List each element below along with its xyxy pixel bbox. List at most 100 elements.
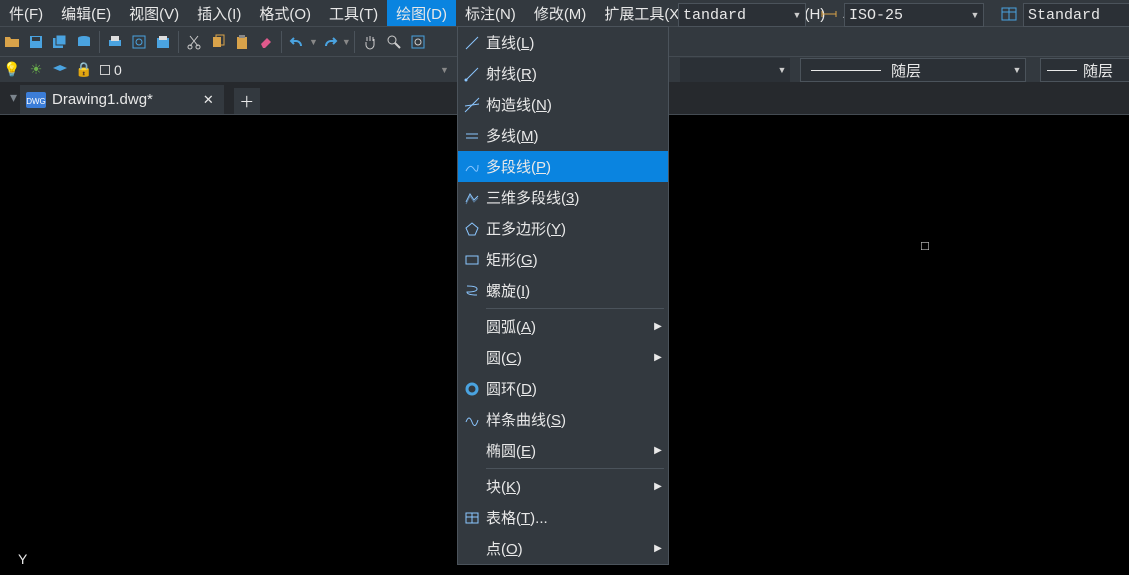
cut-icon[interactable]: [184, 31, 204, 53]
menu-item-pline[interactable]: 多段线(P): [458, 151, 668, 182]
menu-item-label: 多线(M): [486, 125, 668, 146]
table-icon: [458, 502, 486, 533]
tablestyle-combo[interactable]: Standard: [1023, 3, 1129, 27]
paste-icon[interactable]: [232, 31, 252, 53]
copy-icon[interactable]: [208, 31, 228, 53]
menu-item[interactable]: 插入(I): [188, 0, 250, 26]
dwg-file-icon: DWG: [26, 92, 46, 108]
preview-icon[interactable]: [129, 31, 149, 53]
svg-text:DWG: DWG: [26, 97, 46, 106]
publish-icon[interactable]: [153, 31, 173, 53]
menu-item-mline[interactable]: 多线(M): [458, 120, 668, 151]
menu-item-[interactable]: 点(O)▶: [458, 533, 668, 564]
menu-item-spline[interactable]: 样条曲线(S): [458, 404, 668, 435]
tablestyle-icon[interactable]: [1001, 6, 1017, 25]
prop-combo-1[interactable]: ▼: [680, 58, 790, 82]
ray-icon: [458, 58, 486, 89]
menu-item-label: 圆(C): [486, 347, 648, 368]
blank-icon: [458, 342, 486, 373]
submenu-arrow-icon: ▶: [648, 445, 668, 456]
menu-item-line[interactable]: 直线(L): [458, 27, 668, 58]
menu-item-label: 圆弧(A): [486, 316, 648, 337]
redo-icon[interactable]: [320, 31, 340, 53]
dimstyle-value: ISO-25: [845, 7, 967, 24]
save-all-icon[interactable]: [50, 31, 70, 53]
linetype-value: 随层: [891, 60, 921, 81]
menu-item-label: 多段线(P): [486, 156, 668, 177]
menu-item-[interactable]: 圆(C)▶: [458, 342, 668, 373]
rect-icon: [458, 244, 486, 275]
donut-icon: [458, 373, 486, 404]
menu-item[interactable]: 编辑(E): [52, 0, 120, 26]
blank-icon: [458, 533, 486, 564]
menu-item[interactable]: 绘图(D): [387, 0, 456, 26]
textstyle-combo[interactable]: tandard ▼: [678, 3, 806, 27]
close-icon[interactable]: ✕: [203, 92, 214, 108]
layer-color-icon[interactable]: [100, 65, 110, 75]
menu-item[interactable]: 格式(O): [250, 0, 320, 26]
lightbulb-icon[interactable]: 💡: [2, 59, 22, 81]
pan-icon[interactable]: [360, 31, 380, 53]
spline-icon: [458, 404, 486, 435]
menu-item[interactable]: 视图(V): [120, 0, 188, 26]
menu-item-label: 正多边形(Y): [486, 218, 668, 239]
menu-item-label: 矩形(G): [486, 249, 668, 270]
layer-dropdown-icon[interactable]: ▼: [440, 65, 449, 75]
dimstyle-icon[interactable]: [820, 6, 838, 25]
pline-icon: [458, 151, 486, 182]
menu-item-rect[interactable]: 矩形(G): [458, 244, 668, 275]
menu-item-[interactable]: 圆弧(A)▶: [458, 311, 668, 342]
new-tab-button[interactable]: ＋: [234, 88, 260, 114]
submenu-arrow-icon: ▶: [648, 481, 668, 492]
submenu-arrow-icon: ▶: [648, 543, 668, 554]
layer-name: 0: [114, 62, 122, 78]
menu-item-label: 圆环(D): [486, 378, 668, 399]
menu-item-donut[interactable]: 圆环(D): [458, 373, 668, 404]
menu-item-3dpoly[interactable]: 三维多段线(3): [458, 182, 668, 213]
print-icon[interactable]: [105, 31, 125, 53]
save-icon[interactable]: [26, 31, 46, 53]
menu-item-ray[interactable]: 射线(R): [458, 58, 668, 89]
blank-icon: [458, 471, 486, 502]
file-tab[interactable]: DWG Drawing1.dwg* ✕: [20, 85, 224, 114]
lineweight-combo[interactable]: 随层: [1040, 58, 1129, 82]
db-icon[interactable]: [74, 31, 94, 53]
redo-dropdown-icon[interactable]: ▼: [342, 37, 351, 47]
polygon-icon: [458, 213, 486, 244]
menu-item-label: 样条曲线(S): [486, 409, 668, 430]
menu-item-label: 三维多段线(3): [486, 187, 668, 208]
layer-icon[interactable]: [50, 59, 70, 81]
menu-item-[interactable]: 块(K)▶: [458, 471, 668, 502]
file-tab-label: Drawing1.dwg*: [52, 91, 153, 108]
lineweight-value: 随层: [1083, 60, 1113, 81]
menu-item-xline[interactable]: 构造线(N): [458, 89, 668, 120]
menu-item[interactable]: 修改(M): [525, 0, 596, 26]
menu-item-[interactable]: 椭圆(E)▶: [458, 435, 668, 466]
line-icon: [458, 27, 486, 58]
draw-menu-dropdown: 直线(L)射线(R)构造线(N) 多线(M) 多段线(P) 三维多段线(3) 正多边形(…: [457, 26, 669, 565]
lock-icon[interactable]: 🔒: [74, 59, 94, 81]
submenu-arrow-icon: ▶: [648, 352, 668, 363]
menu-item-label: 块(K): [486, 476, 648, 497]
dimstyle-combo[interactable]: ISO-25 ▼: [844, 3, 984, 27]
zoom-window-icon[interactable]: [408, 31, 428, 53]
submenu-arrow-icon: ▶: [648, 321, 668, 332]
menu-item[interactable]: 件(F): [0, 0, 52, 26]
undo-icon[interactable]: [287, 31, 307, 53]
undo-dropdown-icon[interactable]: ▼: [309, 37, 318, 47]
blank-icon: [458, 435, 486, 466]
zoom-icon[interactable]: [384, 31, 404, 53]
dropdown-arrow-icon: ▼: [789, 10, 805, 20]
tab-handle-icon[interactable]: ▾: [10, 81, 20, 114]
menu-item-helix[interactable]: 螺旋(I): [458, 275, 668, 306]
folder-icon[interactable]: [2, 31, 22, 53]
menu-item-polygon[interactable]: 正多边形(Y): [458, 213, 668, 244]
menu-item-label: 椭圆(E): [486, 440, 648, 461]
menu-item-table[interactable]: 表格(T)...: [458, 502, 668, 533]
menu-item[interactable]: 标注(N): [456, 0, 525, 26]
menu-item[interactable]: 工具(T): [320, 0, 387, 26]
linetype-combo[interactable]: 随层 ▼: [800, 58, 1026, 82]
textstyle-value: tandard: [679, 7, 789, 24]
sun-icon[interactable]: ☀: [26, 59, 46, 81]
erase-icon[interactable]: [256, 31, 276, 53]
